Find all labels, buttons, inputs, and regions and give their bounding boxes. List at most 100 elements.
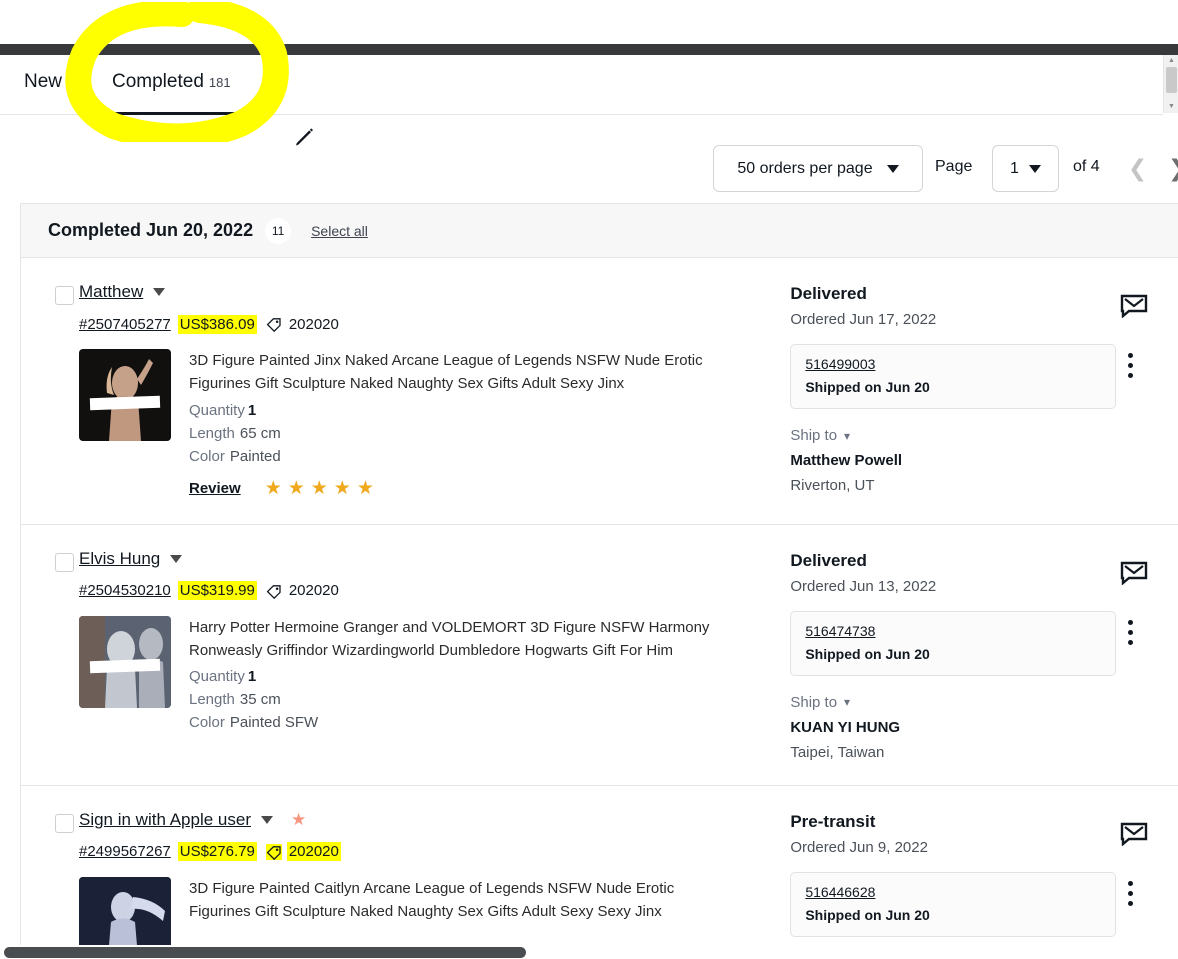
row-checkbox-cell	[21, 808, 79, 959]
scroll-up-arrow-icon[interactable]: ▲	[1164, 55, 1178, 67]
table-row: Sign in with Apple user ★ #2499567267 US…	[21, 786, 1178, 959]
item-text: Harry Potter Hermoine Granger and VOLDEM…	[189, 616, 719, 732]
item-color: Color Painted	[189, 448, 719, 465]
tracking-box: 516446628 Shipped on Jun 20	[790, 871, 1117, 937]
quantity-value: 1	[247, 401, 257, 419]
ship-to-label: Ship to	[790, 427, 838, 444]
orders-per-page-select[interactable]: 50 orders per page	[713, 145, 923, 192]
more-options-icon[interactable]	[1128, 353, 1134, 378]
order-meta: #2504530210 US$319.99 202020	[79, 580, 790, 602]
tab-active-indicator	[111, 112, 244, 115]
orders-per-page-label: 50 orders per page	[737, 159, 873, 177]
item-color: Color Painted SFW	[189, 714, 719, 731]
order-id-link[interactable]: #2507405277	[79, 316, 171, 333]
status-badge: Delivered	[790, 550, 867, 570]
horizontal-scrollbar-thumb[interactable]	[4, 947, 526, 958]
table-row: Elvis Hung #2504530210 US$319.99 202020	[21, 525, 1178, 786]
product-thumbnail[interactable]	[78, 349, 171, 441]
length-value: 65 cm	[239, 424, 281, 442]
buyer-name-link[interactable]: Sign in with Apple user	[79, 810, 251, 830]
order-tag: 202020	[288, 582, 339, 599]
order-checkbox[interactable]	[55, 286, 74, 305]
tab-new-label: New	[24, 71, 63, 92]
order-tag: 202020	[288, 315, 339, 333]
star-icon[interactable]: ★	[291, 810, 306, 830]
length-label: Length	[188, 424, 235, 442]
buyer-line: Elvis Hung	[79, 547, 790, 571]
orders-list: Completed Jun 20, 2022 11 Select all Mat…	[20, 203, 1178, 959]
select-all-link[interactable]: Select all	[311, 223, 368, 239]
order-meta: #2499567267 US$276.79 202020	[79, 841, 790, 863]
order-group-header: Completed Jun 20, 2022 11 Select all	[21, 204, 1178, 258]
chevron-down-icon[interactable]	[170, 554, 183, 563]
tracking-box: 516474738 Shipped on Jun 20	[790, 610, 1117, 676]
more-options-icon[interactable]	[1128, 880, 1134, 906]
buyer-name-link[interactable]: Elvis Hung	[79, 549, 160, 569]
order-id-link[interactable]: #2499567267	[79, 843, 171, 860]
order-id-link[interactable]: #2504530210	[79, 582, 171, 599]
chevron-right-icon[interactable]: ❯	[1168, 155, 1178, 182]
order-item: Harry Potter Hermoine Granger and VOLDEM…	[78, 615, 790, 732]
chevron-down-icon[interactable]	[260, 815, 273, 824]
ship-to-location: Riverton, UT	[790, 477, 875, 494]
orders-page: ▲ ▼ New 0 Completed 181 50 orders per page…	[0, 0, 1178, 959]
review-link[interactable]: Review	[189, 480, 241, 497]
more-options-icon[interactable]	[1128, 619, 1134, 645]
tracking-number-link[interactable]: 516499003	[805, 356, 1101, 372]
buyer-name-link[interactable]: Matthew	[79, 282, 143, 302]
buyer-line: Sign in with Apple user ★	[79, 808, 790, 832]
color-value: Painted SFW	[229, 714, 319, 731]
order-details: Matthew #2507405277 US$386.09 202020 3D …	[78, 280, 790, 500]
row-actions	[1120, 808, 1178, 959]
order-checkbox[interactable]	[55, 813, 74, 833]
order-meta: #2507405277 US$386.09 202020	[79, 313, 790, 335]
order-group-count: 11	[265, 217, 292, 244]
tracking-status: Shipped on Jun 20	[805, 379, 930, 395]
chevron-down-icon: ▾	[844, 428, 851, 443]
row-actions	[1120, 547, 1178, 761]
price-tag-icon	[265, 843, 282, 860]
shipping-details: Pre-transit Ordered Jun 9, 2022 51644662…	[790, 808, 1120, 959]
tab-completed[interactable]: Completed 181	[112, 71, 231, 93]
horizontal-scrollbar[interactable]	[0, 945, 1178, 959]
tracking-status: Shipped on Jun 20	[805, 645, 930, 662]
item-quantity: Quantity 1	[189, 402, 719, 419]
tracking-number-link[interactable]: 516474738	[805, 623, 1101, 639]
price-tag-icon	[266, 583, 282, 599]
color-value: Painted	[229, 447, 281, 465]
mail-icon[interactable]	[1120, 561, 1178, 590]
vertical-scrollbar-thumb[interactable]	[1166, 67, 1177, 93]
tracking-status: Shipped on Jun 20	[805, 906, 930, 923]
ship-to-toggle[interactable]: Ship to ▾	[790, 427, 1120, 444]
item-title[interactable]: 3D Figure Painted Jinx Naked Arcane Leag…	[189, 349, 719, 396]
chevron-down-icon[interactable]	[153, 288, 166, 296]
vertical-scrollbar[interactable]: ▲ ▼	[1163, 55, 1178, 113]
product-thumbnail[interactable]	[78, 615, 171, 708]
shipping-details: Delivered Ordered Jun 17, 2022 516499003…	[790, 280, 1120, 500]
mail-icon[interactable]	[1120, 822, 1178, 851]
page-number-select[interactable]: 1	[992, 145, 1059, 192]
tracking-number-link[interactable]: 516446628	[805, 884, 1101, 900]
ship-to-label: Ship to	[790, 693, 838, 711]
ordered-date: Ordered Jun 9, 2022	[790, 838, 928, 856]
chevron-left-icon[interactable]: ❮	[1128, 155, 1147, 182]
ship-to-location: Taipei, Taiwan	[790, 743, 885, 761]
order-details: Sign in with Apple user ★ #2499567267 US…	[78, 808, 790, 959]
tab-new[interactable]: New 0	[24, 71, 74, 93]
order-details: Elvis Hung #2504530210 US$319.99 202020	[78, 547, 790, 761]
price-tag-icon	[266, 316, 282, 332]
mail-icon[interactable]	[1120, 294, 1178, 323]
pagination-bar: 50 orders per page Page 1 of 4 ❮ ❯	[0, 135, 1178, 203]
row-actions	[1120, 280, 1178, 500]
item-title[interactable]: Harry Potter Hermoine Granger and VOLDEM…	[189, 616, 719, 663]
row-checkbox-cell	[21, 547, 79, 761]
order-price: US$386.09	[177, 314, 257, 334]
item-length: Length 35 cm	[189, 691, 719, 708]
ship-to-toggle[interactable]: Ship to ▾	[790, 694, 1120, 711]
censor-bar	[89, 395, 161, 410]
item-title[interactable]: 3D Figure Painted Caitlyn Arcane League …	[189, 877, 719, 924]
ship-to-name: KUAN YI HUNG	[790, 718, 901, 736]
browser-chrome-bar	[0, 44, 1178, 55]
scroll-down-arrow-icon[interactable]: ▼	[1164, 101, 1178, 113]
order-checkbox[interactable]	[55, 552, 74, 572]
